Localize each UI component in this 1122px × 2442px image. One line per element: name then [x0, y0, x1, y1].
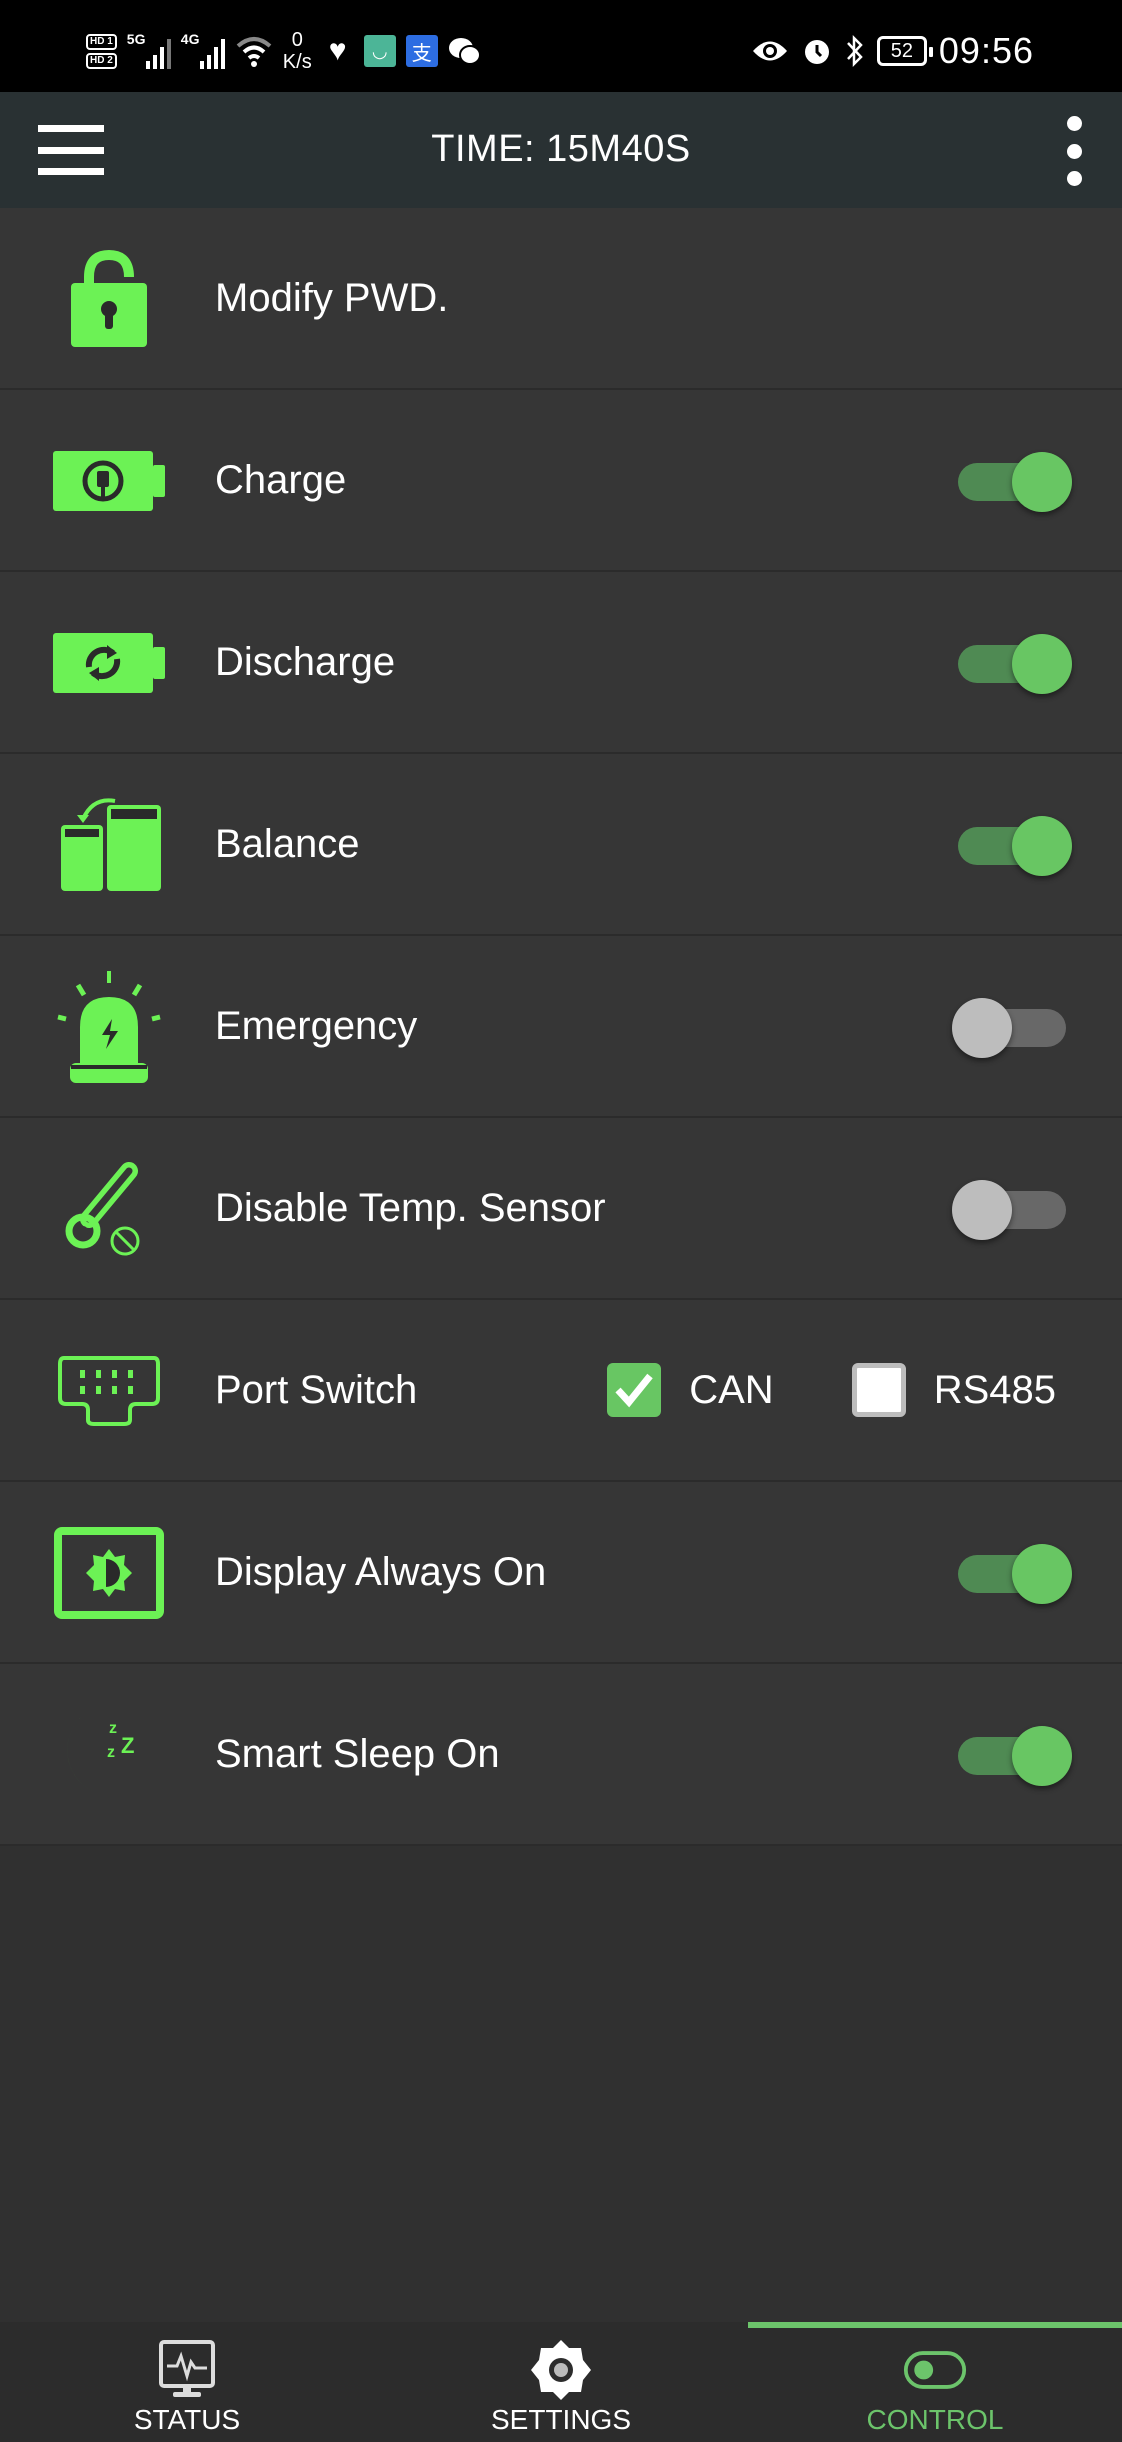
svg-text:Z: Z	[121, 1733, 134, 1758]
row-label: Emergency	[215, 1004, 418, 1048]
control-row-disable-temp-sensor: Disable Temp. Sensor	[0, 1118, 1122, 1300]
row-label: Balance	[215, 822, 360, 866]
svg-text:z: z	[107, 1744, 115, 1761]
discharge-switch[interactable]	[952, 634, 1072, 694]
row-label: Port Switch	[215, 1368, 418, 1412]
control-row-modify-pwd[interactable]: Modify PWD.	[0, 208, 1122, 390]
eye-comfort-icon	[752, 41, 787, 61]
thermometer-disabled-icon	[44, 1159, 174, 1259]
row-label: Display Always On	[215, 1550, 547, 1594]
display-always-on-switch[interactable]	[952, 1544, 1072, 1604]
app-bar: TIME: 15M40S	[0, 92, 1122, 208]
smart-sleep-on-switch[interactable]	[952, 1726, 1072, 1786]
hd-sim-icon: HD 1 HD 2	[86, 33, 117, 69]
health-heart-icon: ♥	[328, 34, 347, 67]
gear-icon	[529, 2340, 593, 2400]
system-status-bar: HD 1 HD 2 5G 4G 0 K/s ♥ ◡ 支 52 09:56	[0, 0, 1122, 92]
disable-temp-sensor-switch[interactable]	[952, 1180, 1072, 1240]
alipay-icon: 支	[405, 35, 438, 67]
port-connector-icon	[44, 1341, 174, 1441]
control-row-emergency: Emergency	[0, 936, 1122, 1118]
sim1-label: HD 1	[86, 33, 117, 50]
bottom-navigation: STATUS SETTINGS CONTROL	[0, 2322, 1122, 2442]
more-vert-icon[interactable]	[1062, 116, 1086, 186]
moon-sleep-icon: z z Z	[44, 1705, 174, 1805]
network-speed: 0 K/s	[283, 29, 312, 73]
battery-charge-icon	[44, 431, 174, 531]
battery-icon: 52	[876, 36, 933, 66]
net1-label: 5G	[126, 31, 146, 47]
charge-switch[interactable]	[952, 452, 1072, 512]
mi-home-icon: ◡	[363, 35, 396, 67]
emergency-siren-icon	[44, 971, 174, 1083]
battery-balance-icon	[44, 795, 174, 895]
emergency-switch[interactable]	[952, 998, 1072, 1058]
toggle-icon	[903, 2340, 967, 2400]
row-label: Charge	[215, 458, 347, 502]
wifi-icon	[236, 37, 272, 67]
signal-4g-icon: 4G	[181, 31, 225, 71]
row-label: Modify PWD.	[215, 276, 449, 320]
control-row-display-always-on: Display Always On	[0, 1482, 1122, 1664]
display-brightness-icon	[44, 1523, 174, 1623]
tab-label: STATUS	[133, 2404, 241, 2435]
speed-unit: K/s	[282, 51, 312, 73]
control-row-discharge: Discharge	[0, 572, 1122, 754]
control-row-port-switch: Port Switch CAN RS485	[0, 1300, 1122, 1482]
signal-5g-icon: 5G	[127, 31, 171, 71]
control-list: Modify PWD. Charge Discharge Balance Eme…	[0, 208, 1122, 1846]
speed-value: 0	[291, 29, 303, 51]
battery-level: 52	[890, 39, 914, 62]
lock-icon	[44, 249, 174, 349]
tab-status[interactable]: STATUS	[0, 2322, 374, 2442]
sim2-label: HD 2	[86, 52, 117, 69]
can-checkbox[interactable]	[607, 1363, 662, 1417]
checkmark-icon	[615, 1373, 653, 1408]
net2-label: 4G	[180, 31, 200, 47]
bluetooth-icon	[846, 34, 863, 68]
row-label: Disable Temp. Sensor	[215, 1186, 606, 1230]
can-option[interactable]: CAN	[607, 1363, 774, 1417]
svg-text:z: z	[109, 1720, 117, 1737]
tab-label: CONTROL	[866, 2404, 1004, 2435]
rs485-option[interactable]: RS485	[851, 1363, 1056, 1417]
tab-control[interactable]: CONTROL	[748, 2322, 1122, 2442]
control-row-charge: Charge	[0, 390, 1122, 572]
tab-label: SETTINGS	[490, 2404, 631, 2435]
page-title: TIME: 15M40S	[431, 128, 691, 170]
clock: 09:56	[938, 30, 1034, 71]
row-label: Discharge	[215, 640, 396, 684]
monitor-pulse-icon	[155, 2340, 219, 2400]
tab-settings[interactable]: SETTINGS	[374, 2322, 748, 2442]
control-row-balance: Balance	[0, 754, 1122, 936]
wechat-icon	[448, 38, 481, 65]
battery-discharge-icon	[44, 613, 174, 713]
can-label: CAN	[689, 1367, 774, 1412]
alarm-icon	[804, 40, 829, 64]
control-row-smart-sleep-on: z z Z Smart Sleep On	[0, 1664, 1122, 1846]
balance-switch[interactable]	[952, 816, 1072, 876]
rs485-label: RS485	[933, 1367, 1056, 1412]
row-label: Smart Sleep On	[215, 1732, 500, 1776]
rs485-checkbox[interactable]	[851, 1363, 906, 1417]
port-options: CAN RS485	[607, 1300, 1056, 1480]
